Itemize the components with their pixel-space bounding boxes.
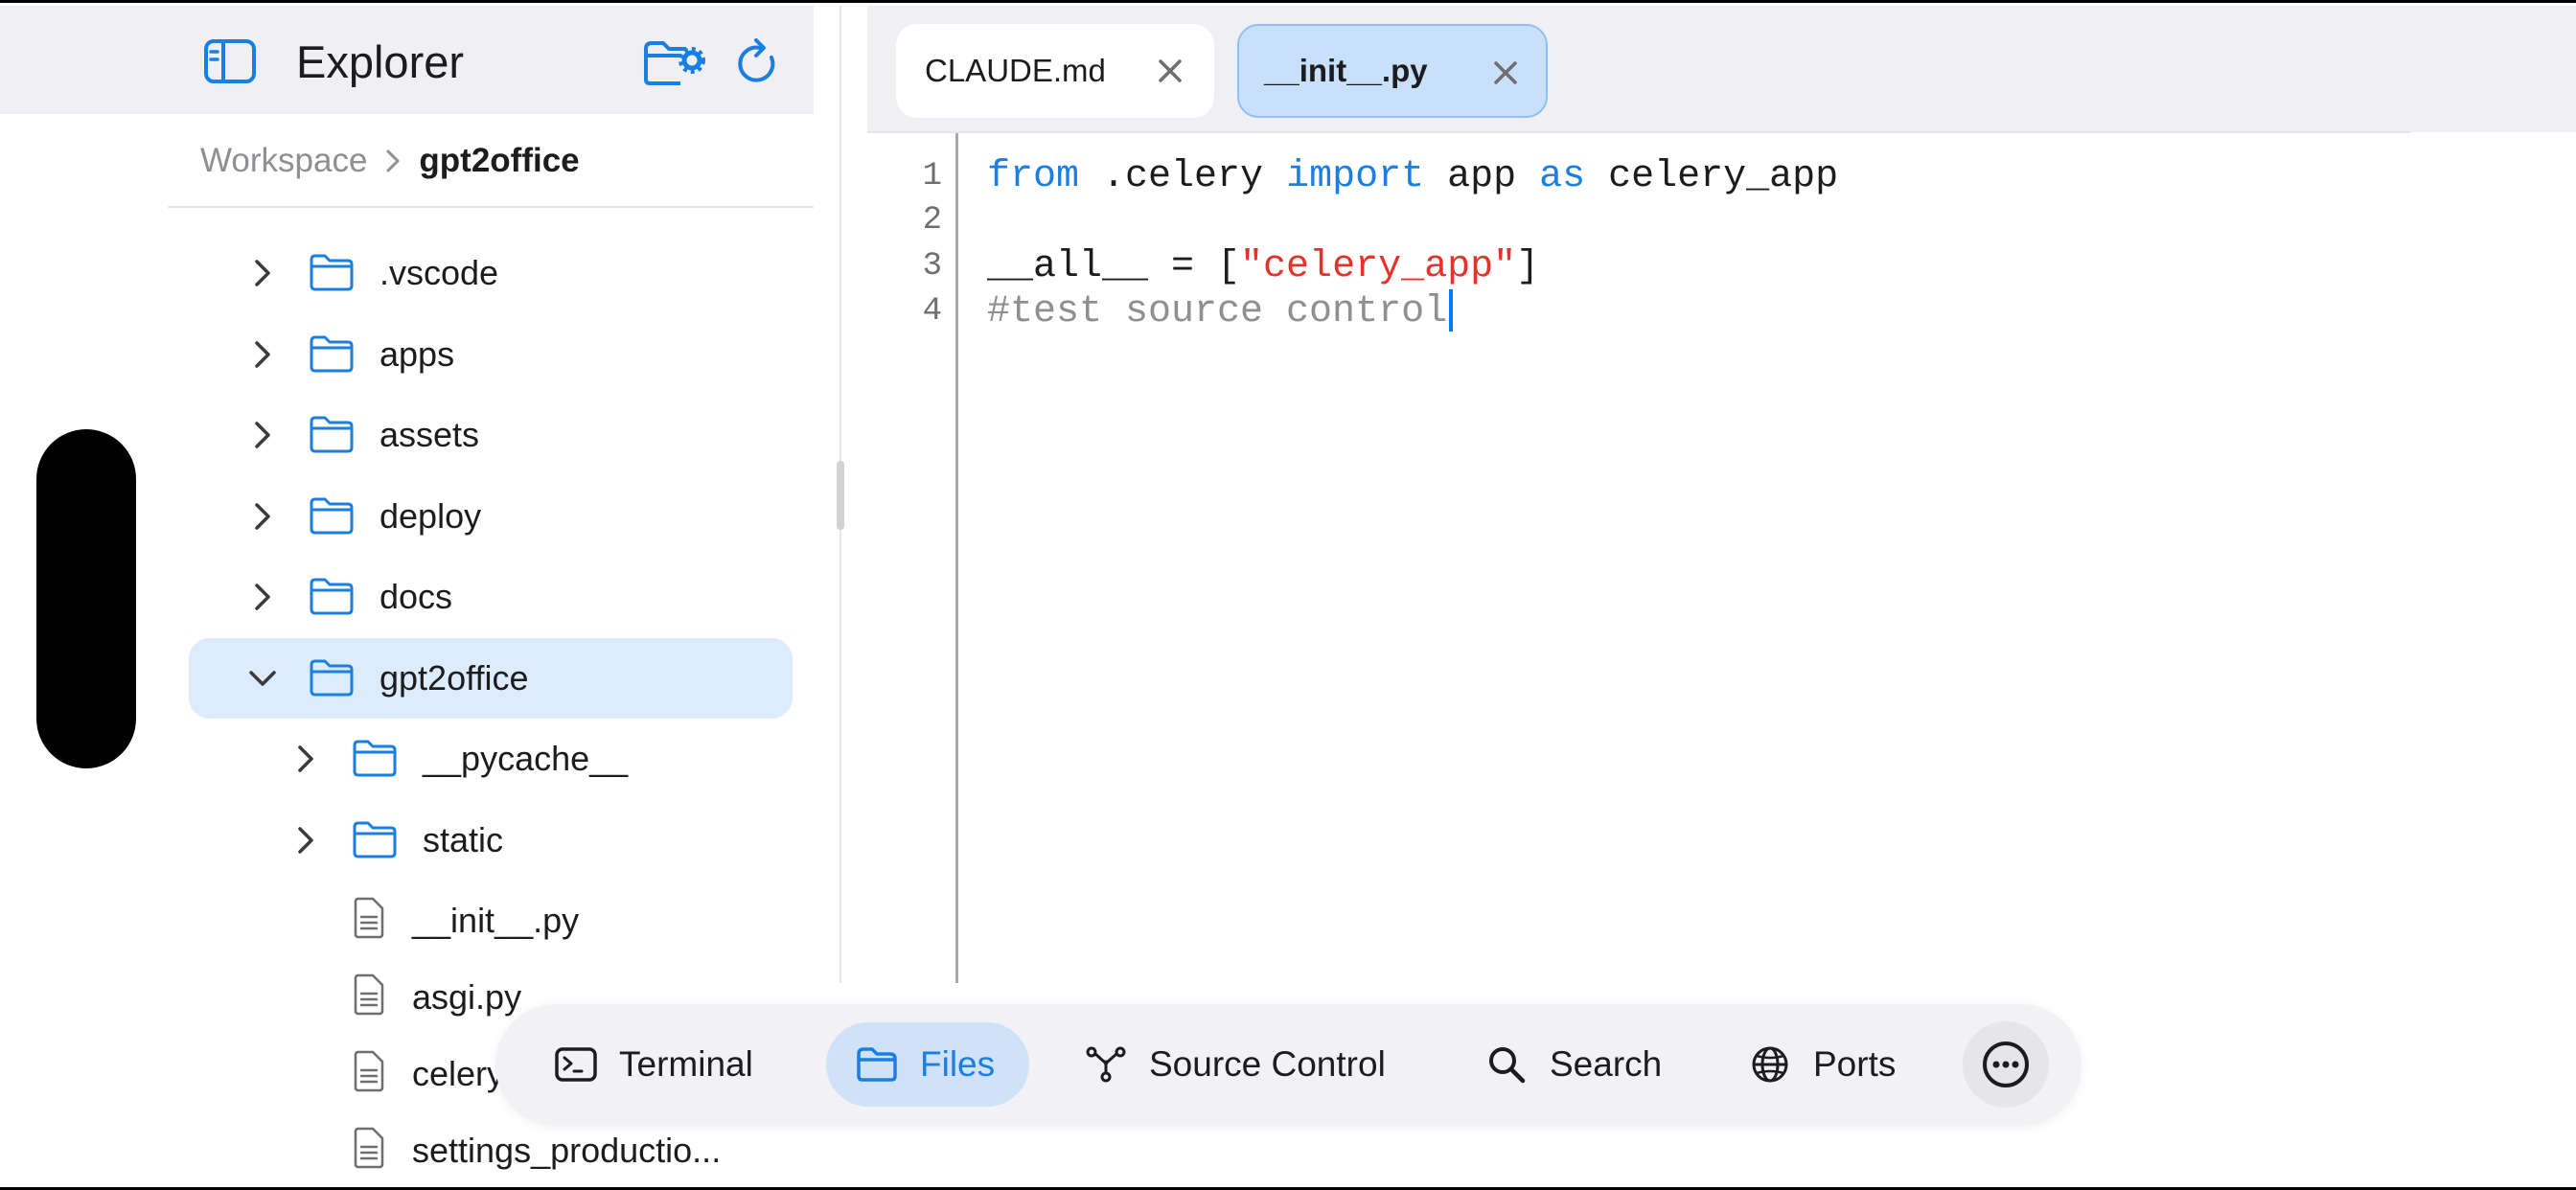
code-token: app: [1424, 155, 1540, 198]
dock-label: Ports: [1813, 1044, 1897, 1084]
globe-icon: [1752, 1046, 1788, 1083]
tab-claude-md[interactable]: CLAUDE.md: [896, 24, 1214, 118]
tab-label: __init__.py: [1264, 53, 1428, 88]
line-number: 3: [922, 248, 942, 285]
dock-label: Source Control: [1149, 1044, 1386, 1084]
tree-item-label: assets: [380, 415, 480, 454]
tree-item-label: settings_productio...: [412, 1131, 722, 1170]
tree-folder-row[interactable]: __pycache__: [0, 719, 824, 799]
folder-icon: [310, 335, 354, 372]
code-token: "celery_app": [1240, 245, 1517, 288]
line-number: 4: [922, 293, 942, 330]
terminal-icon: [555, 1047, 597, 1082]
explorer-title: Explorer: [296, 36, 465, 87]
file-icon: [354, 1050, 384, 1092]
code-token: as: [1539, 155, 1586, 198]
editor-tab-bar: CLAUDE.md __init__.py: [867, 6, 2576, 132]
chevron-right-icon: [386, 149, 400, 172]
file-icon: [354, 1127, 384, 1169]
chevron-right-icon[interactable]: [243, 416, 282, 454]
folder-icon: [353, 740, 397, 777]
sidebar-resize-handle[interactable]: [837, 461, 844, 530]
more-button[interactable]: [1963, 1021, 2049, 1108]
tree-folder-row[interactable]: docs: [0, 557, 824, 637]
sidebar-toggle-icon[interactable]: [203, 38, 257, 84]
folder-icon: [310, 497, 354, 534]
tree-item-label: __init__.py: [412, 901, 580, 940]
chevron-right-icon[interactable]: [243, 254, 282, 292]
line-number: 2: [922, 202, 942, 239]
folder-icon: [353, 821, 397, 858]
code-token: celery_app: [1585, 155, 1839, 198]
folder-icon: [857, 1047, 897, 1082]
tree-folder-row[interactable]: static: [0, 800, 824, 881]
code-line: from .celery import app as celery_app: [987, 154, 1838, 200]
tree-item-label: apps: [380, 333, 455, 374]
file-icon: [354, 897, 384, 939]
tree-file-row[interactable]: __init__.py: [0, 881, 824, 961]
tree-folder-row[interactable]: apps: [0, 314, 824, 395]
breadcrumb-workspace[interactable]: Workspace: [200, 142, 367, 180]
chevron-right-icon[interactable]: [243, 335, 282, 374]
tree-item-label: static: [423, 819, 504, 859]
search-icon: [1489, 1047, 1526, 1084]
refresh-icon[interactable]: [733, 36, 781, 88]
code-token: .celery: [1079, 155, 1287, 198]
explorer-header: Explorer: [0, 6, 814, 114]
code-line: __all__ = ["celery_app"]: [987, 244, 1539, 290]
dock-files-button[interactable]: Files: [826, 1022, 1029, 1107]
chevron-right-icon[interactable]: [243, 578, 282, 616]
chevron-right-icon[interactable]: [287, 740, 325, 778]
chevron-right-icon[interactable]: [243, 497, 282, 536]
chevron-down-icon[interactable]: [243, 659, 282, 698]
ellipsis-circle-icon: [1983, 1041, 2029, 1087]
breadcrumb-current[interactable]: gpt2office: [419, 142, 579, 180]
tree-folder-row[interactable]: deploy: [0, 476, 824, 557]
dock-label: Search: [1550, 1044, 1663, 1084]
code-token: __all__ = [: [987, 245, 1241, 288]
text-cursor: [1449, 289, 1454, 332]
tree-folder-row[interactable]: assets: [0, 395, 824, 475]
tab-label: CLAUDE.md: [925, 53, 1106, 88]
line-number: 1: [922, 158, 942, 195]
app-root: Explorer Workspace gpt2office .vscode app…: [0, 0, 2576, 1190]
gutter-divider: [955, 133, 958, 983]
dock-ports-button[interactable]: Ports: [1748, 1022, 1896, 1107]
close-icon[interactable]: [1490, 57, 1521, 88]
dock-label: Terminal: [619, 1044, 753, 1084]
folder-settings-icon[interactable]: [642, 37, 705, 87]
code-token: import: [1286, 155, 1425, 198]
breadcrumb: Workspace gpt2office: [200, 137, 580, 185]
folder-icon: [310, 578, 354, 615]
tree-folder-row[interactable]: gpt2office: [0, 637, 824, 719]
code-line: #test source control: [987, 289, 1454, 335]
tree-item-label: __pycache__: [423, 739, 629, 778]
dock-terminal-button[interactable]: Terminal: [554, 1022, 753, 1107]
code-editor[interactable]: 1 from .celery import app as celery_app 2 3…: [867, 133, 2576, 983]
file-icon: [354, 973, 384, 1016]
folder-icon: [310, 416, 354, 453]
chevron-right-icon[interactable]: [287, 821, 325, 859]
tree-item-label: gpt2office: [380, 657, 529, 698]
close-icon[interactable]: [1155, 56, 1185, 86]
dock-search-button[interactable]: Search: [1484, 1022, 1662, 1107]
tree-folder-row[interactable]: .vscode: [0, 233, 824, 313]
tree-item-label: asgi.py: [412, 977, 522, 1017]
code-token: from: [987, 155, 1080, 198]
code-token: #test source control: [987, 290, 1448, 333]
dock-label: Files: [920, 1044, 996, 1084]
tree-item-label: deploy: [380, 495, 482, 536]
folder-icon: [310, 254, 354, 291]
tree-item-label: .vscode: [380, 253, 499, 292]
tab-init-py[interactable]: __init__.py: [1237, 24, 1548, 118]
dock-source-control-button[interactable]: Source Control: [1084, 1022, 1386, 1107]
code-token: ]: [1516, 245, 1540, 288]
folder-icon: [310, 659, 354, 696]
bottom-dock: Terminal Files Source Control Search Por…: [495, 1004, 2082, 1126]
source-control-icon: [1086, 1046, 1126, 1083]
tree-item-label: docs: [380, 577, 453, 616]
